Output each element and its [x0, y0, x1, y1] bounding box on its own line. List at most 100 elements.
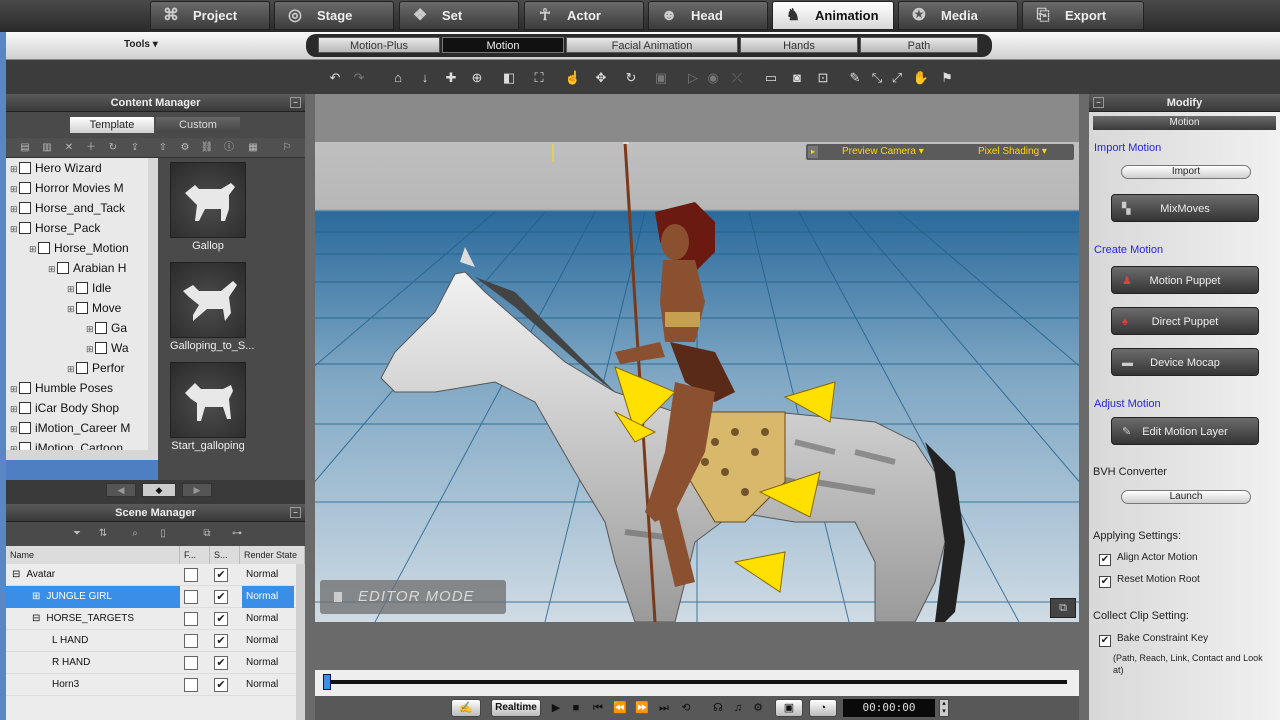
- align-actor-motion-checkbox[interactable]: ✔ Align Actor Motion: [1099, 552, 1198, 566]
- mixmoves-button[interactable]: ▚ MixMoves: [1111, 194, 1259, 222]
- export-small-icon[interactable]: ⇪: [128, 141, 142, 155]
- tree-item[interactable]: ⊞ Wa: [86, 338, 129, 358]
- move-icon[interactable]: ✚: [442, 69, 460, 87]
- tree-item[interactable]: ⊞ Perfor: [67, 358, 125, 378]
- hand-icon[interactable]: ✋: [912, 69, 930, 87]
- expand-icon[interactable]: ⊞: [10, 379, 19, 399]
- sort-icon[interactable]: ⇅: [96, 527, 110, 541]
- import-button[interactable]: Import: [1121, 165, 1251, 179]
- folder-icon[interactable]: ▤: [18, 141, 32, 155]
- settings-small-icon[interactable]: ⚙: [751, 700, 765, 716]
- freeze-checkbox[interactable]: [184, 568, 198, 582]
- subtab-path[interactable]: Path: [860, 37, 978, 53]
- drop-icon[interactable]: ↓: [416, 69, 434, 87]
- music-icon[interactable]: ♫: [731, 700, 745, 716]
- motion-recorder-icon[interactable]: ✍: [451, 699, 481, 717]
- pivot-icon[interactable]: ⊕: [468, 69, 486, 87]
- reset-motion-root-checkbox[interactable]: ✔ Reset Motion Root: [1099, 574, 1200, 588]
- stop-icon[interactable]: ■: [569, 700, 583, 716]
- timecode-display[interactable]: 00:00:00: [843, 699, 935, 717]
- tab-set[interactable]: ❖ Set: [399, 1, 519, 30]
- tree-item[interactable]: ⊞ Horror Movies M: [10, 178, 124, 198]
- freeze-checkbox[interactable]: [184, 590, 198, 604]
- camera-view-icon[interactable]: ▭: [762, 69, 780, 87]
- collapse-icon[interactable]: –: [1093, 97, 1104, 108]
- bone-icon[interactable]: ⤡: [868, 69, 886, 87]
- translate-icon[interactable]: ✥: [592, 69, 610, 87]
- table-row[interactable]: Horn3 ✔ Normal: [6, 674, 296, 696]
- tree-item[interactable]: ⊞ Horse_Pack: [10, 218, 100, 238]
- expand-icon[interactable]: ⊞: [10, 399, 19, 419]
- tab-head[interactable]: ☻ Head: [648, 1, 768, 30]
- flag-icon[interactable]: ⚑: [938, 69, 956, 87]
- first-frame-icon[interactable]: ⏮: [591, 700, 605, 716]
- transform-icon[interactable]: ⤢: [888, 69, 906, 87]
- expand-icon[interactable]: ⊞: [86, 339, 95, 359]
- edit-motion-layer-button[interactable]: ✎ Edit Motion Layer: [1111, 417, 1259, 445]
- expand-icon[interactable]: ⊞: [10, 419, 19, 439]
- render-state-cell[interactable]: Normal: [242, 586, 294, 608]
- scale-icon[interactable]: ◧: [500, 69, 518, 87]
- next-page-icon[interactable]: ▶: [182, 483, 212, 497]
- scene-scrollbar[interactable]: [296, 564, 305, 720]
- link-icon[interactable]: ⛓: [200, 141, 214, 155]
- expand-icon[interactable]: ⊞: [86, 319, 95, 339]
- expand-icon[interactable]: ⊞: [10, 179, 19, 199]
- render-state-cell[interactable]: Normal: [242, 674, 294, 696]
- scale-disabled-icon[interactable]: ▣: [652, 69, 670, 87]
- realtime-button[interactable]: Realtime: [491, 699, 541, 717]
- device-mocap-button[interactable]: ▬ Device Mocap: [1111, 348, 1259, 376]
- subtab-hands[interactable]: Hands: [740, 37, 858, 53]
- show-checkbox[interactable]: ✔: [214, 656, 228, 670]
- column-header[interactable]: S...: [210, 546, 240, 564]
- tree-item[interactable]: ⊞ Hero Wizard: [10, 158, 102, 178]
- up-icon[interactable]: ⇧: [156, 141, 170, 155]
- expand-icon[interactable]: ⊞: [67, 299, 76, 319]
- timeline-track[interactable]: [327, 680, 1067, 684]
- show-checkbox[interactable]: ✔: [214, 678, 228, 692]
- render-state-cell[interactable]: Normal: [242, 608, 294, 630]
- freeze-checkbox[interactable]: [184, 656, 198, 670]
- record-dim-icon[interactable]: ◉: [704, 69, 722, 87]
- timeline[interactable]: [315, 670, 1079, 696]
- last-frame-icon[interactable]: ⏭: [657, 700, 671, 716]
- camera-icon[interactable]: ◙: [788, 69, 806, 87]
- expand-icon[interactable]: ⊞: [67, 359, 76, 379]
- camera-select[interactable]: Preview Camera ▾: [842, 144, 924, 160]
- expand-arrow-icon[interactable]: ▸: [808, 146, 818, 158]
- timecode-stepper[interactable]: ▴ ▾: [939, 699, 949, 717]
- tree-hscrollbar[interactable]: [6, 450, 148, 460]
- bake-constraint-key-checkbox[interactable]: ✔ Bake Constraint Key: [1099, 633, 1208, 647]
- column-header[interactable]: F...: [180, 546, 210, 564]
- column-header[interactable]: Name: [6, 546, 180, 564]
- tree-item[interactable]: ⊞ Idle: [67, 278, 111, 298]
- home-icon[interactable]: ⌂: [389, 69, 407, 87]
- table-row[interactable]: ⊞ JUNGLE GIRL ✔ Normal: [6, 586, 296, 608]
- tab-animation[interactable]: ♞ Animation: [772, 1, 894, 30]
- launch-button[interactable]: Launch: [1121, 490, 1251, 504]
- tab-project[interactable]: ⌘ Project: [150, 1, 270, 30]
- expand-icon[interactable]: ⊞: [29, 239, 38, 259]
- render-state-cell[interactable]: Normal: [242, 564, 294, 586]
- tree-item[interactable]: ⊞ Arabian H: [48, 258, 126, 278]
- tools-menu[interactable]: Tools ▾: [124, 39, 158, 50]
- column-header[interactable]: Render State: [240, 546, 305, 564]
- redo-icon[interactable]: ↷: [350, 69, 368, 87]
- show-checkbox[interactable]: ✔: [214, 612, 228, 626]
- tab-media[interactable]: ✪ Media: [898, 1, 1018, 30]
- audio-icon[interactable]: ☊: [711, 700, 725, 716]
- tree-item[interactable]: ⊞ Ga: [86, 318, 127, 338]
- link-dim-icon[interactable]: ⤫: [728, 69, 746, 87]
- list-icon[interactable]: ▥: [40, 141, 54, 155]
- undo-icon[interactable]: ↶: [326, 69, 344, 87]
- tree-item[interactable]: ⊞ Horse_and_Tack: [10, 198, 125, 218]
- pick-icon[interactable]: ☝: [564, 69, 582, 87]
- group-icon[interactable]: ⧉: [200, 527, 214, 541]
- tree-scrollbar[interactable]: [148, 158, 158, 460]
- modify-mode-select[interactable]: Motion: [1093, 116, 1276, 130]
- next-frame-icon[interactable]: ⏩: [635, 700, 649, 716]
- tree-item[interactable]: ⊞ Horse_Motion: [29, 238, 129, 258]
- subtab-facial-animation[interactable]: Facial Animation: [566, 37, 738, 53]
- add-icon[interactable]: ＋: [84, 141, 98, 155]
- show-checkbox[interactable]: ✔: [214, 590, 228, 604]
